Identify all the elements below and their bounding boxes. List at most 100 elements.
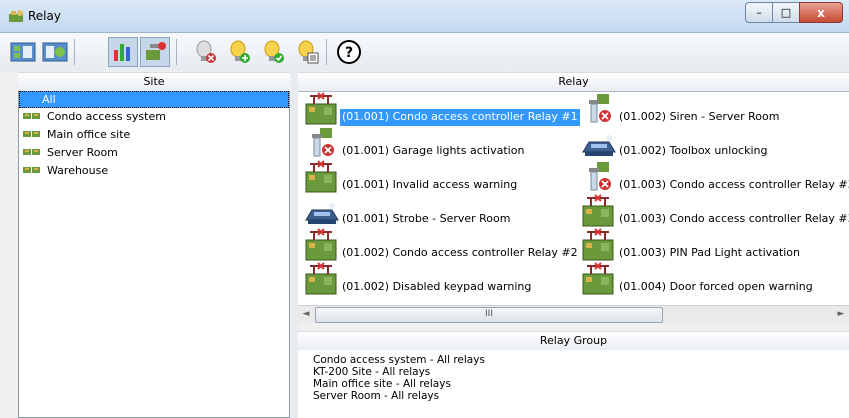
site-view-button[interactable] xyxy=(8,37,38,67)
relay-item[interactable]: (01.003) PIN Pad Light activation xyxy=(581,228,802,262)
relay-group-item[interactable]: KT-200 Site - All relays xyxy=(298,366,849,378)
site-item-label: Condo access system xyxy=(47,110,166,123)
site-icon xyxy=(23,108,41,126)
relay-board-icon xyxy=(582,194,614,227)
site-header[interactable]: Site xyxy=(18,72,290,92)
relay-board-icon xyxy=(582,228,614,261)
relay-item-label: (01.002) Condo access controller Relay #… xyxy=(342,246,578,259)
bulb-on-icon xyxy=(264,40,284,63)
relay-group-list[interactable]: Condo access system - All relays KT-200 … xyxy=(298,350,849,418)
title-bar[interactable]: Relay – □ x xyxy=(0,0,849,33)
close-icon: x xyxy=(817,5,825,20)
relay-item[interactable]: (01.001) Condo access controller Relay #… xyxy=(304,92,580,126)
site-item-label: All xyxy=(42,92,56,106)
maximize-icon: □ xyxy=(780,6,792,19)
site-item-condo[interactable]: Condo access system xyxy=(19,108,289,126)
window-controls: – □ x xyxy=(745,2,843,23)
relay-config-button[interactable] xyxy=(140,37,170,67)
relay-item[interactable]: (01.002) Siren - Server Room xyxy=(581,92,781,126)
toolbar-separator xyxy=(74,39,75,65)
relay-item[interactable]: (01.001) Garage lights activation xyxy=(304,126,526,160)
site-item-label: Server Room xyxy=(47,146,118,159)
relay-list[interactable]: (01.001) Condo access controller Relay #… xyxy=(298,91,849,306)
vertical-splitter[interactable] xyxy=(291,71,298,418)
svg-text:?: ? xyxy=(345,45,353,61)
chart-view-button[interactable] xyxy=(108,37,138,67)
site-item-warehouse[interactable]: Warehouse xyxy=(19,162,289,180)
bulb-report-icon xyxy=(298,40,319,64)
relay-item[interactable]: (01.001) Invalid access warning xyxy=(304,160,519,194)
network-view-button[interactable] xyxy=(40,37,70,67)
relay-item-label: (01.001) Invalid access warning xyxy=(342,178,518,191)
site-icon xyxy=(23,144,41,162)
relay-item-label: (01.003) Condo access controller Relay #… xyxy=(619,178,849,191)
toolbar-separator xyxy=(326,39,327,65)
relay-header[interactable]: Relay xyxy=(298,72,849,92)
relay-board-icon xyxy=(305,262,337,295)
relay-group-header[interactable]: Relay Group xyxy=(298,331,849,351)
minimize-button[interactable]: – xyxy=(745,2,772,23)
arrow-left-icon: ◄ xyxy=(302,309,310,319)
relay-item[interactable]: (01.002) Condo access controller Relay #… xyxy=(304,228,580,262)
relay-item[interactable]: (01.002) Toolbox unlocking xyxy=(581,126,769,160)
strobe-icon xyxy=(305,203,339,224)
help-button[interactable]: ? xyxy=(334,37,364,67)
relay-app-icon xyxy=(8,9,24,23)
site-item-main-office[interactable]: Main office site xyxy=(19,126,289,144)
site-item-all[interactable]: All xyxy=(19,91,289,108)
chart-view-icon xyxy=(114,44,130,61)
site-item-label: Main office site xyxy=(47,128,131,141)
relay-board-icon xyxy=(305,228,337,261)
relay-error-icon xyxy=(589,94,611,123)
scroll-right-button[interactable]: ► xyxy=(833,306,849,323)
horizontal-scrollbar[interactable]: ◄ III ► xyxy=(298,305,849,323)
site-item-server-room[interactable]: Server Room xyxy=(19,144,289,162)
arrow-right-icon: ► xyxy=(837,309,845,319)
site-item-label: Warehouse xyxy=(47,164,109,177)
relay-group-item[interactable]: Server Room - All relays xyxy=(298,390,849,402)
relay-item-label: (01.004) Door forced open warning xyxy=(619,280,813,293)
relay-group-item[interactable]: Main office site - All relays xyxy=(298,378,849,390)
close-button[interactable]: x xyxy=(799,2,843,23)
toolbar-separator xyxy=(176,39,177,65)
site-tree[interactable]: All Condo access system Main office site… xyxy=(18,91,290,418)
maximize-button[interactable]: □ xyxy=(772,2,799,23)
help-icon: ? xyxy=(337,40,361,64)
relay-item-label: (01.002) Siren - Server Room xyxy=(619,110,780,123)
relay-board-icon xyxy=(305,160,337,193)
scroll-thumb[interactable]: III xyxy=(315,307,663,323)
relay-item-label: (01.003) PIN Pad Light activation xyxy=(619,246,800,259)
relay-item-label: (01.001) Condo access controller Relay #… xyxy=(340,109,580,126)
relay-item[interactable]: (01.002) Disabled keypad warning xyxy=(304,262,533,296)
relay-item[interactable]: (01.001) Strobe - Server Room xyxy=(304,194,512,228)
site-icon xyxy=(23,126,41,144)
bulb-disabled-button[interactable] xyxy=(190,37,220,67)
grip-icon: III xyxy=(485,309,493,319)
bulb-add-button[interactable] xyxy=(224,37,254,67)
site-icon xyxy=(23,162,41,180)
relay-config-icon xyxy=(146,42,166,60)
relay-item-label: (01.002) Disabled keypad warning xyxy=(342,280,532,293)
relay-item-label: (01.001) Garage lights activation xyxy=(342,144,525,157)
strobe-icon xyxy=(582,135,616,156)
toolbar: ? xyxy=(0,33,849,71)
bulb-on-button[interactable] xyxy=(258,37,288,67)
window-title: Relay xyxy=(28,9,61,23)
relay-item-label: (01.001) Strobe - Server Room xyxy=(342,212,511,225)
network-view-icon xyxy=(42,42,68,62)
relay-group-item[interactable]: Condo access system - All relays xyxy=(298,354,849,366)
relay-board-icon xyxy=(305,92,337,125)
relay-item[interactable]: (01.004) Door forced open warning xyxy=(581,262,815,296)
relay-error-icon xyxy=(589,162,611,191)
relay-item[interactable]: (01.003) Condo access controller Relay #… xyxy=(581,194,849,228)
site-view-icon xyxy=(10,42,36,62)
bulb-disabled-icon xyxy=(196,40,216,63)
bulb-add-icon xyxy=(230,40,250,63)
bulb-report-button[interactable] xyxy=(292,37,322,67)
minimize-icon: – xyxy=(756,6,762,19)
relay-item-label: (01.002) Toolbox unlocking xyxy=(619,144,768,157)
relay-item-label: (01.003) Condo access controller Relay #… xyxy=(619,212,849,225)
relay-board-icon xyxy=(582,262,614,295)
scroll-left-button[interactable]: ◄ xyxy=(298,306,314,323)
relay-item[interactable]: (01.003) Condo access controller Relay #… xyxy=(581,160,849,194)
